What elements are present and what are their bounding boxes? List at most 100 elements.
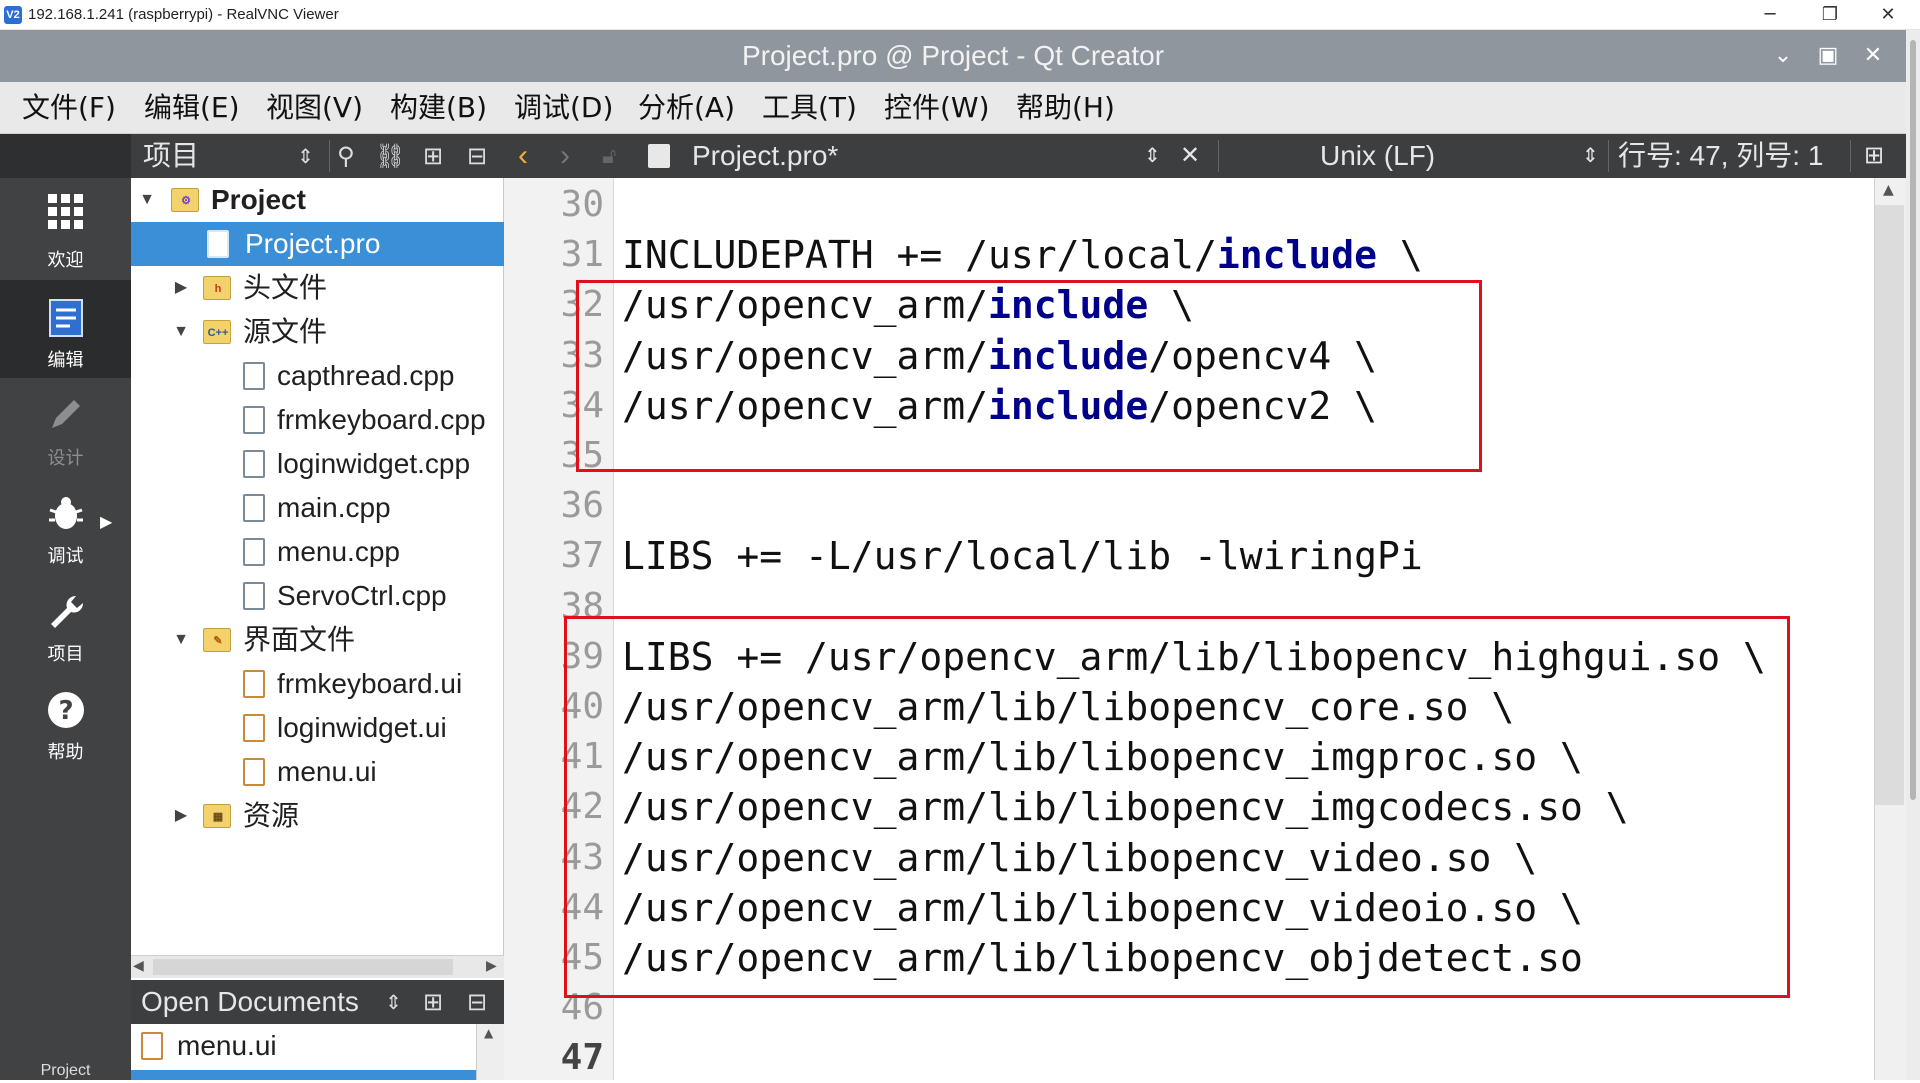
tree-item-file[interactable]: ServoCtrl.cpp [131,574,504,618]
expand-arrow-icon[interactable]: ▶ [171,266,191,310]
open-document-label: menu.ui [177,1030,277,1061]
line-number[interactable]: 31 [504,230,604,280]
menu-edit[interactable]: 编辑(E) [144,82,240,134]
close-icon[interactable]: ✕ [1858,41,1888,71]
open-documents-selector[interactable]: Open Documents [141,980,359,1024]
code-token: LIBS += -L/usr/local/lib -lwiringPi [622,534,1423,578]
horizontal-scrollbar[interactable]: ◀ ▶ [131,955,504,978]
document-selector[interactable]: Project.pro* [692,134,838,178]
back-icon[interactable]: ‹ [518,134,528,178]
tree-label: 界面文件 [243,624,356,655]
close-icon[interactable]: ✕ [1868,2,1908,28]
tree-item-project[interactable]: ▼ ⚙ Project [131,178,504,222]
scroll-up-icon[interactable]: ▲ [484,1026,493,1040]
expand-arrow-icon[interactable]: ▶ [100,512,112,531]
split-icon[interactable]: ⊞ [423,134,443,178]
menu-view[interactable]: 视图(V) [266,82,363,134]
tree-item-file[interactable]: menu.cpp [131,530,504,574]
code-line[interactable]: LIBS += -L/usr/local/lib -lwiringPi [622,531,1423,581]
scroll-right-icon[interactable]: ▶ [486,958,497,974]
scroll-left-icon[interactable]: ◀ [133,958,144,974]
editor-scroll-thumb[interactable] [1875,205,1904,805]
link-icon[interactable]: ⛓ [375,134,405,178]
kit-selector-label[interactable]: Project [0,1062,131,1080]
scroll-thumb[interactable] [153,959,453,975]
line-number[interactable]: 30 [504,180,604,230]
cpp-file-icon [243,362,265,390]
updown-icon[interactable]: ⇕ [385,980,402,1024]
tree-label: frmkeyboard.ui [277,668,463,699]
scroll-up-icon[interactable]: ▲ [1883,182,1894,198]
tree-label: 源文件 [243,316,328,347]
chevron-down-icon[interactable]: ⌄ [1768,41,1798,71]
line-number[interactable]: 47 [504,1033,604,1083]
cpp-file-icon [243,406,265,434]
tree-item-file[interactable]: loginwidget.ui [131,706,504,750]
resource-folder-icon: ▦ [203,804,231,828]
menu-build[interactable]: 构建(B) [390,82,487,134]
updown-icon[interactable]: ⇕ [1582,134,1599,178]
split-icon[interactable]: ⊞ [423,980,443,1024]
tree-item-file[interactable]: loginwidget.cpp [131,442,504,486]
collapse-arrow-icon[interactable]: ▼ [137,178,157,222]
close-pane-icon[interactable]: ⊟ [467,980,487,1024]
selected-document-row[interactable] [131,1070,476,1080]
tree-item-file[interactable]: frmkeyboard.ui [131,662,504,706]
tree-item-file[interactable]: main.cpp [131,486,504,530]
tree-item-file[interactable]: frmkeyboard.cpp [131,398,504,442]
tree-item-sources[interactable]: ▼ C++ 源文件 [131,310,504,354]
menu-controls[interactable]: 控件(W) [884,82,990,134]
close-pane-icon[interactable]: ⊟ [467,134,487,178]
tree-item-file[interactable]: capthread.cpp [131,354,504,398]
tree-item-project-pro[interactable]: Project.pro [131,222,504,266]
maximize-icon[interactable]: ▣ [1813,41,1843,71]
menu-tools[interactable]: 工具(T) [762,82,857,134]
updown-icon[interactable]: ⇕ [297,134,314,178]
qt-titlebar: Project.pro @ Project - Qt Creator ⌄ ▣ ✕ [0,30,1906,82]
ui-file-icon [243,758,265,786]
menu-help[interactable]: 帮助(H) [1016,82,1115,134]
menu-debug[interactable]: 调试(D) [514,82,613,134]
close-document-icon[interactable]: ✕ [1180,134,1200,178]
viewer-scroll-thumb[interactable] [1910,40,1916,800]
filter-icon[interactable]: ⚲ [337,134,355,178]
mode-projects[interactable]: 项目 [0,580,131,678]
cursor-position[interactable]: 行号: 47, 列号: 1 [1618,134,1823,178]
tree-item-file[interactable]: menu.ui [131,750,504,794]
mode-label: 设计 [47,448,84,469]
mode-debug[interactable]: ▶ 调试 [0,482,131,580]
vertical-scrollbar[interactable]: ▲ [476,1024,504,1080]
separator [1850,140,1851,172]
help-icon: ? [0,690,131,740]
editor-toolbar: ‹ › 🔓︎ Project.pro* ⇕ ✕ Unix (LF) ⇕ 行号: … [504,134,1906,178]
collapse-arrow-icon[interactable]: ▼ [171,618,191,662]
split-icon[interactable]: ⊞ [1864,134,1884,178]
cpp-file-icon [243,494,265,522]
updown-icon[interactable]: ⇕ [1144,134,1161,178]
menu-file[interactable]: 文件(F) [22,82,116,134]
mode-welcome[interactable]: 欢迎 [0,184,131,282]
tree-item-headers[interactable]: ▶ h 头文件 [131,266,504,310]
line-number[interactable]: 37 [504,531,604,581]
menu-analyze[interactable]: 分析(A) [638,82,735,134]
line-number[interactable]: 36 [504,481,604,531]
collapse-arrow-icon[interactable]: ▼ [171,310,191,354]
restore-icon[interactable]: ❐ [1810,2,1850,28]
mode-help[interactable]: ? 帮助 [0,678,131,776]
forward-icon[interactable]: › [560,134,570,178]
line-ending-selector[interactable]: Unix (LF) [1320,134,1435,178]
lock-icon[interactable]: 🔓︎ [602,134,616,178]
mode-design[interactable]: 设计 [0,384,131,482]
ui-file-icon [243,714,265,742]
project-folder-icon: ⚙ [171,188,199,212]
tree-item-resources[interactable]: ▶ ▦ 资源 [131,794,504,838]
minimize-icon[interactable]: ─ [1750,2,1790,28]
expand-arrow-icon[interactable]: ▶ [171,794,191,838]
projects-view-selector[interactable]: 项目 [143,134,199,178]
ui-file-icon [243,670,265,698]
tree-item-forms[interactable]: ▼ ✎ 界面文件 [131,618,504,662]
open-document-item[interactable]: menu.ui [131,1024,476,1068]
open-documents-toolbar: Open Documents ⇕ ⊞ ⊟ [131,980,504,1024]
mode-edit[interactable]: 编辑 [0,280,131,378]
code-line[interactable]: INCLUDEPATH += /usr/local/include \ [622,230,1423,280]
